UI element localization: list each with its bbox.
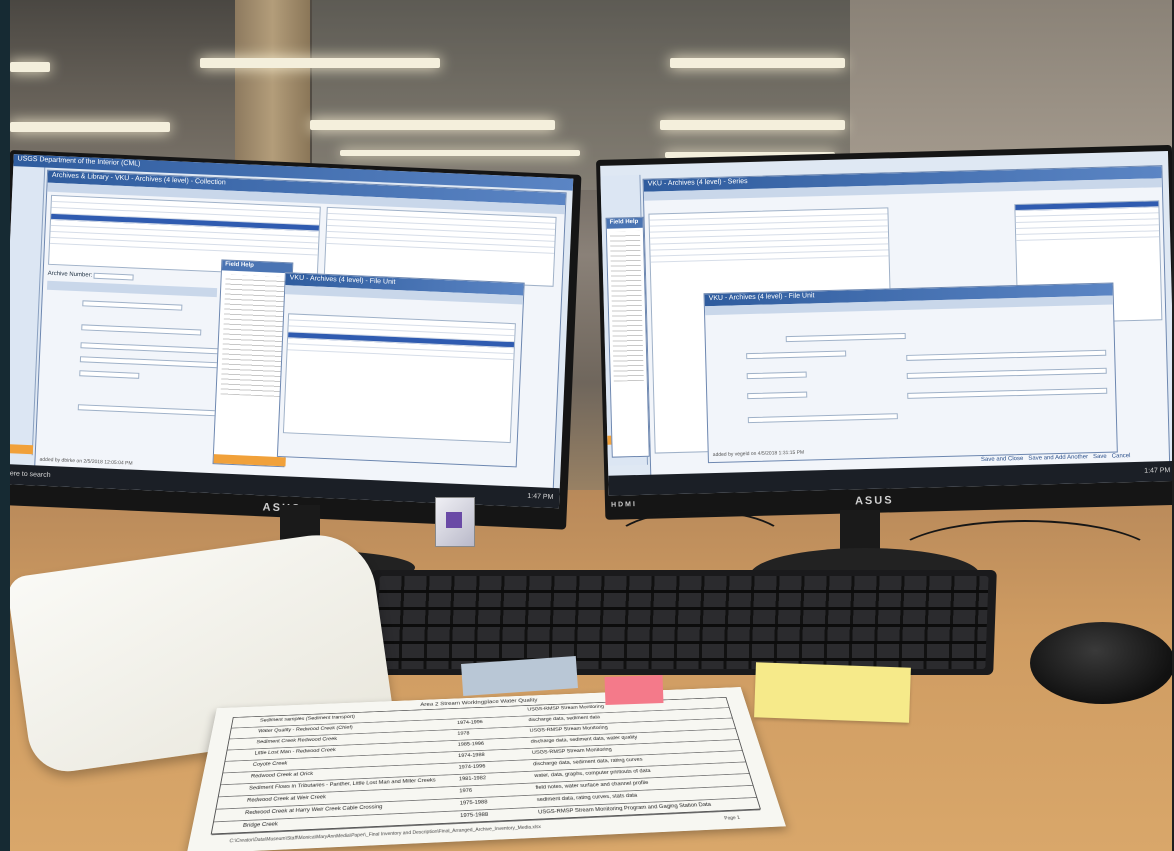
wall-pillar — [235, 0, 310, 170]
keyboard — [368, 570, 997, 675]
physical-description-field[interactable] — [906, 367, 1107, 379]
left-monitor-screen: USGS Department of the Interior (CML) Ar… — [10, 154, 574, 509]
ceiling-light — [660, 120, 845, 130]
record-tabs[interactable] — [46, 280, 218, 298]
left-monitor: USGS Department of the Interior (CML) Ar… — [10, 150, 582, 530]
language-field[interactable] — [79, 370, 140, 379]
ceiling-light — [10, 62, 50, 72]
field-help-title: Field Help — [606, 217, 643, 229]
inventory-table: Sediment samples (Sediment transport) USG… — [210, 697, 761, 836]
ceiling-light — [340, 150, 580, 156]
category-field[interactable] — [785, 332, 906, 343]
keyboard-keys — [376, 576, 989, 669]
creator-field[interactable] — [907, 387, 1108, 399]
taskbar-search[interactable]: here to search — [10, 470, 51, 479]
extent-field[interactable] — [81, 324, 202, 336]
right-monitor: VKU - Archives (4 level) - Series Save a… — [596, 144, 1172, 520]
ceiling-light — [10, 122, 170, 132]
date-field[interactable] — [746, 371, 807, 380]
ceiling-light — [310, 120, 555, 130]
hdmi-label: HDMI — [610, 501, 638, 509]
title-field[interactable] — [746, 350, 847, 360]
subject-field[interactable] — [747, 413, 898, 424]
archive-number-field[interactable] — [93, 272, 134, 281]
file-unit-list[interactable] — [282, 313, 516, 444]
image-border — [0, 0, 10, 851]
right-monitor-screen: VKU - Archives (4 level) - Series Save a… — [600, 151, 1172, 496]
sticky-note-pink — [604, 674, 664, 706]
record-status: added by vegeld on 4/5/2018 1:31:15 PM — [712, 449, 805, 459]
status-field[interactable] — [906, 349, 1107, 361]
field-help-panel: Field Help — [605, 216, 650, 458]
save-button[interactable]: Save — [1093, 454, 1107, 460]
file-unit-dialog: VKU - Archives (4 level) - File Unit — [276, 272, 525, 468]
document-page-number: Page 1 — [723, 815, 741, 822]
history-field[interactable] — [80, 342, 221, 355]
monitor-brand-logo: ASUS — [854, 494, 894, 508]
help-text — [609, 230, 644, 382]
inventory-printout: Area 2 Stream Workingplace Water Quality… — [186, 687, 786, 851]
desk-cube — [435, 497, 475, 547]
archive-number-label: Archive Number: — [47, 270, 93, 279]
office-desk-scene: USGS Department of the Interior (CML) Ar… — [10, 0, 1172, 851]
computer-mouse — [1030, 622, 1172, 704]
cancel-button[interactable]: Cancel — [1112, 453, 1131, 459]
sidebar-item[interactable] — [10, 236, 41, 245]
collection-title-field[interactable] — [82, 300, 183, 311]
notes-field[interactable] — [77, 404, 228, 417]
ceiling-light — [670, 58, 845, 68]
help-footer-bar — [213, 454, 286, 467]
field-help-title: Field Help — [221, 260, 293, 274]
taskbar-clock: 1:47 PM — [1144, 467, 1171, 475]
save-and-close-button[interactable]: Save and Close — [981, 456, 1024, 463]
status-bar — [10, 443, 34, 455]
ceiling-light — [200, 58, 440, 68]
help-text — [220, 274, 288, 398]
notes-field[interactable] — [747, 391, 808, 400]
record-status: added by dbirke on 2/5/2018 12:05:04 PM — [39, 456, 133, 467]
save-and-add-another-button[interactable]: Save and Add Another — [1028, 454, 1088, 462]
sticky-note-pad — [754, 662, 911, 723]
taskbar-clock: 1:47 PM — [527, 492, 554, 502]
file-unit-dialog: VKU - Archives (4 level) - File Unit add… — [703, 282, 1118, 464]
